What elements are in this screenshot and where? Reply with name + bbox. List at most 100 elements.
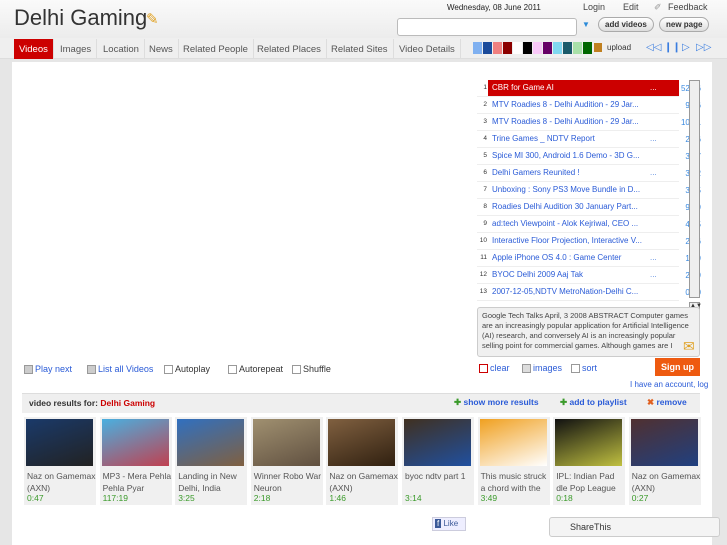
video-result[interactable]: byoc ndtv part 1 3:14 xyxy=(402,417,474,505)
playlist-number: 11 xyxy=(480,254,487,261)
playlist-number: 9 xyxy=(483,220,487,227)
playlist-item[interactable]: 1CBR for Game AI...52:56 xyxy=(477,80,701,97)
sharethis-button[interactable]: ShareThis xyxy=(549,517,720,537)
video-title: This music struck a chord with the xyxy=(480,471,547,493)
video-thumbnail[interactable] xyxy=(177,419,245,466)
playlist-item[interactable]: 7 Unboxing : Sony PS3 Move Bundle in D...… xyxy=(477,182,701,199)
video-result[interactable]: Naz on Gamemax (AXN) 1:46 xyxy=(326,417,399,505)
edit-pencil-icon[interactable]: ✎ xyxy=(146,10,159,28)
shuffle-checkbox[interactable]: Shuffle xyxy=(292,364,331,375)
playlist-more[interactable]: ... xyxy=(650,168,657,177)
playlist-number: 5 xyxy=(483,152,487,159)
video-player[interactable] xyxy=(20,70,472,356)
playlist-item[interactable]: 2 MTV Roadies 8 - Delhi Audition - 29 Jar… xyxy=(477,97,701,114)
tab-images[interactable]: Images xyxy=(55,39,98,59)
color-swatch[interactable] xyxy=(573,42,582,54)
playlist-more[interactable]: ... xyxy=(650,253,657,262)
playlist-item[interactable]: 13 2007-12-05,NDTV MetroNation-Delhi C...… xyxy=(477,284,701,301)
play-next-label: Play next xyxy=(35,364,73,374)
playlist-item[interactable]: 12BYOC Delhi 2009 Aaj Tak...2:29 xyxy=(477,267,701,284)
playlist-title: MTV Roadies 8 - Delhi Audition - 29 Jar.… xyxy=(492,100,639,109)
video-thumbnail[interactable] xyxy=(328,419,396,466)
color-swatch[interactable] xyxy=(533,42,542,54)
color-swatch[interactable] xyxy=(583,42,592,54)
show-more-button[interactable]: ✚ show more results xyxy=(454,397,539,408)
autoplay-checkbox[interactable]: Autoplay xyxy=(164,364,210,375)
tab-videos[interactable]: Videos xyxy=(14,39,54,59)
tab-video-details[interactable]: Video Details xyxy=(394,39,461,59)
video-result[interactable]: Winner Robo War Neuron 2:18 xyxy=(250,417,323,505)
playlist-more[interactable]: ... xyxy=(650,270,657,279)
new-page-button[interactable]: new page xyxy=(659,17,710,32)
video-thumbnail[interactable] xyxy=(101,419,169,466)
images-button[interactable]: images xyxy=(522,363,562,374)
video-result[interactable]: Naz on Gamemax (AXN) 0:27 xyxy=(628,417,701,505)
playlist-more[interactable]: ... xyxy=(650,83,657,92)
video-result[interactable]: MP3 - Mera Pehla Pehla Pyar 117:19 xyxy=(99,417,172,505)
video-title: Winner Robo War Neuron xyxy=(253,471,322,493)
playlist-item[interactable]: 11Apple iPhone OS 4.0 : Game Center...1:… xyxy=(477,250,701,267)
search-dropdown-icon[interactable]: ▼ xyxy=(582,20,590,29)
login-link[interactable]: Login xyxy=(583,2,605,12)
color-swatch[interactable] xyxy=(483,42,492,54)
signup-button[interactable]: Sign up xyxy=(655,358,700,376)
playlist-item[interactable]: 10 Interactive Floor Projection, Interact… xyxy=(477,233,701,250)
color-swatch[interactable] xyxy=(493,42,502,54)
autorepeat-checkbox[interactable]: Autorepeat xyxy=(228,364,283,375)
video-thumbnail[interactable] xyxy=(555,419,623,466)
video-thumbnail[interactable] xyxy=(26,419,93,466)
color-swatch[interactable] xyxy=(523,42,532,54)
color-swatch[interactable] xyxy=(563,42,572,54)
color-swatch[interactable] xyxy=(473,42,482,54)
play-icon[interactable]: ▷ xyxy=(682,42,690,53)
remove-button[interactable]: ✖ remove xyxy=(647,397,687,408)
remove-label: remove xyxy=(656,397,687,407)
list-all-button[interactable]: List all Videos xyxy=(87,364,153,375)
video-thumbnail[interactable] xyxy=(630,419,698,466)
color-swatch[interactable] xyxy=(553,42,562,54)
playlist-item[interactable]: 5 Spice MI 300, Android 1.6 Demo - 3D G..… xyxy=(477,148,701,165)
login-account-link[interactable]: I have an account, log xyxy=(630,380,708,389)
tab-related-sites[interactable]: Related Sites xyxy=(326,39,394,59)
tab-related-places[interactable]: Related Places xyxy=(252,39,327,59)
feedback-icon: ✐ xyxy=(654,2,662,12)
playlist-item[interactable]: 9 ad:tech Viewpoint - Alok Kejriwal, CEO … xyxy=(477,216,701,233)
video-thumbnail[interactable] xyxy=(252,419,320,466)
video-thumbnail[interactable] xyxy=(404,419,471,466)
video-result[interactable]: This music struck a chord with the 3:49 xyxy=(477,417,550,505)
playlist-item[interactable]: 8 Roadies Delhi Audition 30 January Part.… xyxy=(477,199,701,216)
playlist-item[interactable]: 4Trine Games _ NDTV Report...2:16 xyxy=(477,131,701,148)
play-next-button[interactable]: Play next xyxy=(24,364,73,375)
color-swatch[interactable] xyxy=(503,42,512,54)
rewind-icon[interactable]: ◁◁ xyxy=(646,42,661,53)
video-result[interactable]: Landing in New Delhi, India 3:25 xyxy=(175,417,248,505)
add-videos-button[interactable]: add videos xyxy=(598,17,654,32)
playlist-scrollbar[interactable] xyxy=(689,80,700,298)
tab-location[interactable]: Location xyxy=(98,39,145,59)
pause-icon[interactable]: ❙❙ xyxy=(664,42,681,53)
color-swatch[interactable] xyxy=(513,42,522,54)
playlist-item[interactable]: 6Delhi Gamers Reunited !...3:42 xyxy=(477,165,701,182)
playlist-more[interactable]: ... xyxy=(650,134,657,143)
playlist-item[interactable]: 3 MTV Roadies 8 - Delhi Audition - 29 Jar… xyxy=(477,114,701,131)
tab-related-people[interactable]: Related People xyxy=(178,39,254,59)
upload-link[interactable]: upload xyxy=(607,43,631,52)
email-icon[interactable]: ✉ xyxy=(683,338,695,355)
edit-link[interactable]: Edit xyxy=(623,2,639,12)
search-input[interactable] xyxy=(397,18,577,36)
video-result[interactable]: Naz on Gamemax (AXN) 0:47 xyxy=(24,417,96,505)
playlist-title: Interactive Floor Projection, Interactiv… xyxy=(492,236,642,245)
clear-button[interactable]: clear xyxy=(479,363,510,374)
playlist-number: 6 xyxy=(483,169,487,176)
color-swatch[interactable] xyxy=(543,42,552,54)
video-result[interactable]: IPL: Indian Pad dle Pop League 0:18 xyxy=(553,417,626,505)
sort-button[interactable]: sort xyxy=(571,363,597,374)
feedback-link[interactable]: Feedback xyxy=(668,2,708,12)
video-duration: 3:14 xyxy=(405,493,422,503)
fast-forward-icon[interactable]: ▷▷ xyxy=(696,42,711,53)
video-thumbnail[interactable] xyxy=(479,419,547,466)
add-playlist-button[interactable]: ✚ add to playlist xyxy=(560,397,627,408)
playlist-title: Roadies Delhi Audition 30 January Part..… xyxy=(492,202,638,211)
facebook-like-button[interactable]: f Like xyxy=(432,517,466,531)
tab-news[interactable]: News xyxy=(144,39,179,59)
